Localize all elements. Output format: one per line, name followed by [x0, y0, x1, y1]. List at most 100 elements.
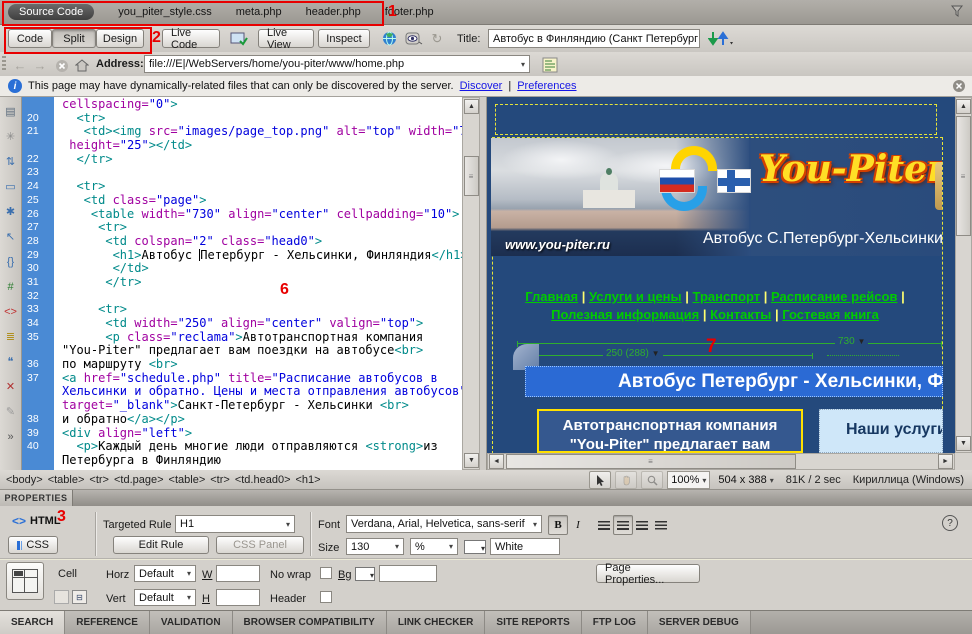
- back-icon[interactable]: ←: [12, 56, 28, 75]
- design-nav-link[interactable]: Гостевая книга: [782, 307, 879, 322]
- code-vertical-scrollbar[interactable]: ▲ ≡ ▼: [462, 97, 480, 470]
- collapse-selection-icon[interactable]: ▭: [1, 174, 21, 199]
- highlight-invalid-code-icon[interactable]: <>: [1, 299, 21, 324]
- preferences-link[interactable]: Preferences: [517, 80, 576, 92]
- refresh-icon[interactable]: ↻: [428, 29, 446, 48]
- live-view-button[interactable]: Live View: [258, 29, 314, 48]
- select-parent-tag-icon[interactable]: ↖: [1, 224, 21, 249]
- design-nav-link[interactable]: Услуги и цены: [589, 289, 682, 304]
- page-properties-button[interactable]: Page Properties...: [596, 564, 700, 583]
- header-checkbox[interactable]: [320, 591, 332, 603]
- home-icon[interactable]: [74, 56, 90, 75]
- address-input[interactable]: file:///E|/WebServers/home/you-piter/www…: [144, 55, 530, 73]
- column-width-label-250[interactable]: 250 (288) ▼: [603, 348, 663, 359]
- size-combo[interactable]: 130▾: [346, 538, 404, 555]
- design-view[interactable]: You-Piter Автобус С.Петербург-Хельсинки …: [487, 97, 955, 453]
- bg-color-field[interactable]: [379, 565, 437, 582]
- table-width-label-730[interactable]: 730 ▼: [835, 336, 868, 347]
- magnification-combo[interactable]: 100%▾: [667, 471, 710, 489]
- left-content-cell[interactable]: Автотранспортная компания "You-Piter" пр…: [537, 409, 803, 453]
- bold-button[interactable]: B: [548, 515, 568, 535]
- text-color-value-field[interactable]: White: [490, 538, 560, 555]
- design-nav-link[interactable]: Полезная информация: [551, 307, 699, 322]
- address-dropdown-arrow[interactable]: ▾: [521, 60, 525, 69]
- right-content-cell[interactable]: Наши услуги: [819, 409, 943, 453]
- design-nav-link[interactable]: Транспорт: [693, 289, 761, 304]
- page-heading-banner[interactable]: Автобус Петербург - Хельсинки, Финляндия: [525, 366, 943, 397]
- preview-in-browser-globe-icon[interactable]: [378, 29, 400, 48]
- window-size-combo[interactable]: 504 x 388▾: [714, 471, 777, 489]
- split-view-divider[interactable]: [480, 97, 487, 470]
- close-info-icon[interactable]: [952, 79, 966, 93]
- tag-selector-item[interactable]: <td.page>: [114, 474, 164, 486]
- help-icon[interactable]: ?: [942, 515, 958, 531]
- horz-combo[interactable]: Default▾: [134, 565, 196, 582]
- remove-comment-icon[interactable]: ✕: [1, 374, 21, 399]
- more-icon[interactable]: »: [1, 424, 21, 449]
- code-editor[interactable]: cellspacing="0">20 <tr>21 <td><img src="…: [22, 97, 462, 470]
- page-title-input[interactable]: Автобус в Финляндию (Санкт Петербург - Х…: [488, 29, 700, 48]
- file-get-put-icons[interactable]: [704, 29, 738, 48]
- css-mode-button[interactable]: CSS: [8, 536, 58, 554]
- html-mode-button[interactable]: <> HTML: [12, 514, 61, 528]
- live-code-button[interactable]: Live Code: [162, 29, 220, 48]
- tag-selector-item[interactable]: <tr>: [89, 474, 109, 486]
- merge-cells-icon[interactable]: [54, 590, 69, 604]
- design-nav-link[interactable]: Главная: [525, 289, 578, 304]
- panel-tab-link-checker[interactable]: LINK CHECKER: [387, 611, 486, 634]
- open-documents-icon[interactable]: ▤: [1, 99, 21, 124]
- tag-selector-item[interactable]: <table>: [48, 474, 85, 486]
- line-numbers-icon[interactable]: #: [1, 274, 21, 299]
- table-width-guide-730[interactable]: [517, 343, 942, 344]
- tag-selector-item[interactable]: <h1>: [296, 474, 321, 486]
- code-navigator-icon[interactable]: ✳: [1, 124, 21, 149]
- targeted-rule-combo[interactable]: H1▾: [175, 515, 295, 533]
- edit-rule-button[interactable]: Edit Rule: [113, 536, 209, 554]
- height-field[interactable]: [216, 589, 260, 606]
- align-right-icon[interactable]: [632, 515, 652, 535]
- file-list-icon[interactable]: [540, 55, 560, 74]
- balance-braces-icon[interactable]: {}: [1, 249, 21, 274]
- select-tool-icon[interactable]: [589, 471, 611, 489]
- toolbar-grip[interactable]: [2, 56, 6, 72]
- italic-button[interactable]: I: [568, 515, 588, 535]
- syntax-error-alerts-icon[interactable]: ≣: [1, 324, 21, 349]
- tag-selector-item[interactable]: <body>: [6, 474, 43, 486]
- panel-tab-site-reports[interactable]: SITE REPORTS: [485, 611, 581, 634]
- tag-selector-item[interactable]: <td.head0>: [235, 474, 291, 486]
- design-nav-link[interactable]: Расписание рейсов: [771, 289, 897, 304]
- panel-tab-browser-compatibility[interactable]: BROWSER COMPATIBILITY: [233, 611, 387, 634]
- zoom-tool-icon[interactable]: [641, 471, 663, 489]
- inspect-button[interactable]: Inspect: [318, 29, 370, 48]
- tag-selector-item[interactable]: <tr>: [210, 474, 230, 486]
- unit-combo[interactable]: %▾: [410, 538, 458, 555]
- width-field[interactable]: [216, 565, 260, 582]
- align-left-icon[interactable]: [594, 515, 614, 535]
- hand-tool-icon[interactable]: [615, 471, 637, 489]
- no-wrap-checkbox[interactable]: [320, 567, 332, 579]
- split-cell-icon[interactable]: ⊟: [72, 590, 87, 604]
- properties-tab[interactable]: PROPERTIES: [0, 490, 73, 506]
- stop-icon[interactable]: [54, 56, 70, 75]
- panel-tab-search[interactable]: SEARCH: [0, 611, 65, 634]
- expand-all-icon[interactable]: ✱: [1, 199, 21, 224]
- align-center-icon[interactable]: [613, 515, 633, 535]
- panel-tab-server-debug[interactable]: SERVER DEBUG: [648, 611, 751, 634]
- align-justify-icon[interactable]: [651, 515, 671, 535]
- format-source-code-icon[interactable]: ✎: [1, 399, 21, 424]
- collapse-full-tag-icon[interactable]: ⇅: [1, 149, 21, 174]
- css-panel-button[interactable]: CSS Panel: [216, 536, 304, 554]
- inspect-eye-icon[interactable]: [402, 29, 426, 48]
- design-vertical-scrollbar[interactable]: ▲ ≡ ▼: [955, 97, 972, 453]
- live-view-options-icon[interactable]: [226, 29, 252, 48]
- forward-icon[interactable]: →: [32, 56, 48, 75]
- design-nav-link[interactable]: Контакты: [710, 307, 771, 322]
- tag-selector-item[interactable]: <table>: [169, 474, 206, 486]
- bg-color-swatch[interactable]: ▾: [355, 567, 375, 581]
- apply-comment-icon[interactable]: ❝: [1, 349, 21, 374]
- font-combo[interactable]: Verdana, Arial, Helvetica, sans-serif▾: [346, 515, 542, 533]
- panel-tab-reference[interactable]: REFERENCE: [65, 611, 150, 634]
- design-horizontal-scrollbar[interactable]: ◄ ≡ ►: [487, 453, 955, 470]
- panel-tab-ftp-log[interactable]: FTP LOG: [582, 611, 648, 634]
- filter-funnel-icon[interactable]: [950, 4, 964, 18]
